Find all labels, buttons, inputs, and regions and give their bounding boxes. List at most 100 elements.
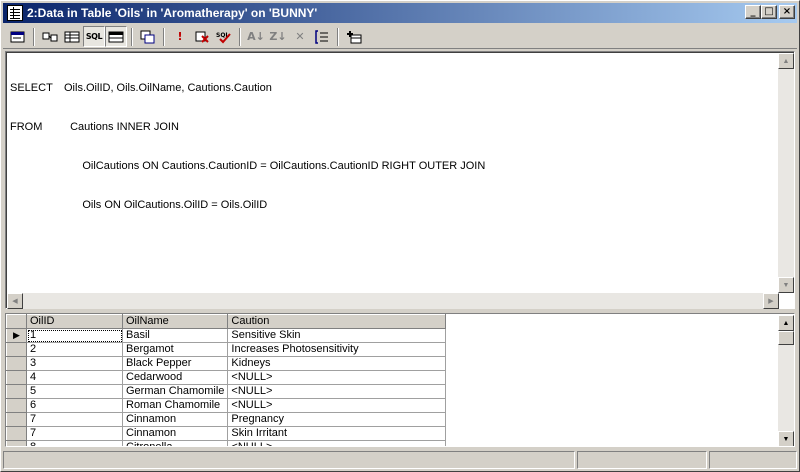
sql-horizontal-scrollbar[interactable]: ◀ ▶ <box>7 293 779 309</box>
close-button[interactable]: × <box>779 5 795 19</box>
grid-cell-caution[interactable]: <NULL> <box>227 384 447 399</box>
add-table-icon[interactable] <box>343 26 365 47</box>
table-row[interactable]: 5 German Chamomile <NULL> <box>6 384 447 399</box>
table-row[interactable]: 7 Cinnamon Skin Irritant <box>6 426 447 441</box>
group-by-icon[interactable] <box>311 26 333 47</box>
grid-cell-oilname[interactable]: Cedarwood <box>122 370 229 385</box>
diagram-pane-icon[interactable] <box>39 26 61 47</box>
grid-cell-oilname[interactable]: Cinnamon <box>122 412 229 427</box>
row-selector[interactable] <box>6 370 27 385</box>
column-header-oilname[interactable]: OilName <box>121 314 229 329</box>
grid-cell-oilid[interactable]: 5 <box>26 384 123 399</box>
sql-keyword: SELECT <box>10 82 53 94</box>
status-bar <box>3 451 797 469</box>
table-row[interactable]: 3 Black Pepper Kidneys <box>6 356 447 371</box>
sort-descending-icon[interactable]: Z↓ <box>267 26 289 47</box>
grid-vertical-scrollbar[interactable]: ▲ ▼ <box>778 315 794 446</box>
row-selector[interactable]: ▶ <box>6 328 27 343</box>
toolbar-separator <box>163 27 165 46</box>
grid-cell-oilid[interactable]: 7 <box>26 412 123 427</box>
table-row[interactable]: 4 Cedarwood <NULL> <box>6 370 447 385</box>
scroll-up-button[interactable]: ▲ <box>778 315 794 331</box>
row-selector[interactable] <box>6 440 27 446</box>
sort-ascending-icon[interactable]: A↓ <box>245 26 267 47</box>
grid-cell-oilid[interactable]: 1 <box>26 328 123 343</box>
status-panel-2 <box>577 451 707 469</box>
row-selector[interactable] <box>6 356 27 371</box>
sql-line: FROM Cautions INNER JOIN <box>10 121 485 134</box>
results-grid-pane[interactable]: OilID OilName Caution ▶ 1 Basil Sensitive S… <box>5 313 795 447</box>
change-query-type-icon[interactable] <box>137 26 159 47</box>
scroll-down-button[interactable]: ▼ <box>778 431 794 446</box>
grid-cell-oilname[interactable]: Bergamot <box>122 342 229 357</box>
table-row[interactable]: 6 Roman Chamomile <NULL> <box>6 398 447 413</box>
status-panel-main <box>3 451 575 469</box>
grid-cell-caution[interactable]: Skin Irritant <box>227 426 447 441</box>
grid-cell-caution[interactable]: <NULL> <box>227 398 447 413</box>
toolbar-separator <box>131 27 133 46</box>
scroll-right-button[interactable]: ▶ <box>763 293 779 309</box>
sql-pane-icon[interactable]: SQL <box>83 26 105 47</box>
grid-cell-caution[interactable]: Pregnancy <box>227 412 447 427</box>
row-selector[interactable] <box>6 412 27 427</box>
run-icon[interactable]: ! <box>169 26 191 47</box>
grid-cell-oilid[interactable]: 4 <box>26 370 123 385</box>
sql-text[interactable]: SELECT Oils.OilID, Oils.OilName, Cautions… <box>10 56 485 238</box>
scroll-thumb[interactable] <box>778 331 794 345</box>
status-panel-3 <box>709 451 797 469</box>
grid-pane-icon[interactable] <box>61 26 83 47</box>
sql-pane-label: SQL <box>85 32 103 41</box>
sql-line: SELECT Oils.OilID, Oils.OilName, Cautions… <box>10 82 485 95</box>
row-selector[interactable] <box>6 426 27 441</box>
sql-pane[interactable]: SELECT Oils.OilID, Oils.OilName, Cautions… <box>5 51 795 309</box>
table-icon <box>7 5 23 21</box>
properties-icon[interactable] <box>7 26 29 47</box>
row-selector[interactable] <box>6 384 27 399</box>
toolbar: SQL ! SQL A↓ Z↓ ✕ <box>3 25 797 49</box>
title-bar[interactable]: 2:Data in Table 'Oils' in 'Aromatherapy'… <box>3 3 797 23</box>
table-row[interactable]: 7 Cinnamon Pregnancy <box>6 412 447 427</box>
grid-cell-oilid[interactable]: 3 <box>26 356 123 371</box>
grid-header-row: OilID OilName Caution <box>6 314 447 329</box>
results-pane-icon[interactable] <box>105 26 127 47</box>
table-row[interactable]: 8 Citronella <NULL> <box>6 440 447 446</box>
sql-line-text: Oils.OilID, Oils.OilName, Cautions.Cauti… <box>64 82 272 94</box>
results-grid[interactable]: OilID OilName Caution ▶ 1 Basil Sensitive S… <box>6 314 447 446</box>
row-selector[interactable] <box>6 342 27 357</box>
sql-vertical-scrollbar[interactable]: ▲ ▼ <box>778 53 794 293</box>
row-selector-header[interactable] <box>6 314 27 329</box>
scroll-down-button[interactable]: ▼ <box>778 277 794 293</box>
sql-line: Oils ON OilCautions.OilID = Oils.OilID <box>10 199 485 212</box>
grid-cell-oilname[interactable]: Cinnamon <box>122 426 229 441</box>
maximize-button[interactable]: □ <box>761 5 777 19</box>
grid-cell-oilname[interactable]: Basil <box>122 328 229 343</box>
grid-cell-caution[interactable]: Increases Photosensitivity <box>227 342 447 357</box>
minimize-button[interactable]: _ <box>745 5 761 19</box>
remove-filter-icon[interactable]: ✕ <box>289 26 311 47</box>
column-header-oilid[interactable]: OilID <box>26 314 123 329</box>
grid-cell-oilname[interactable]: Black Pepper <box>122 356 229 371</box>
row-selector[interactable] <box>6 398 27 413</box>
grid-cell-caution[interactable]: <NULL> <box>227 440 447 446</box>
grid-cell-oilid[interactable]: 2 <box>26 342 123 357</box>
grid-cell-caution[interactable]: <NULL> <box>227 370 447 385</box>
toolbar-separator <box>33 27 35 46</box>
window-controls: _ □ × <box>745 5 795 19</box>
table-row[interactable]: ▶ 1 Basil Sensitive Skin <box>6 328 447 343</box>
scroll-left-button[interactable]: ◀ <box>7 293 23 309</box>
window-title: 2:Data in Table 'Oils' in 'Aromatherapy'… <box>27 6 318 20</box>
grid-cell-oilid[interactable]: 6 <box>26 398 123 413</box>
sql-line: OilCautions ON Cautions.CautionID = OilC… <box>10 160 485 173</box>
grid-cell-caution[interactable]: Sensitive Skin <box>227 328 447 343</box>
grid-cell-caution[interactable]: Kidneys <box>227 356 447 371</box>
grid-cell-oilname[interactable]: Citronella <box>122 440 229 446</box>
grid-cell-oilname[interactable]: Roman Chamomile <box>122 398 229 413</box>
scroll-up-button[interactable]: ▲ <box>778 53 794 69</box>
cancel-query-icon[interactable] <box>191 26 213 47</box>
table-row[interactable]: 2 Bergamot Increases Photosensitivity <box>6 342 447 357</box>
column-header-caution[interactable]: Caution <box>227 314 447 329</box>
grid-cell-oilname[interactable]: German Chamomile <box>122 384 229 399</box>
grid-cell-oilid[interactable]: 7 <box>26 426 123 441</box>
grid-cell-oilid[interactable]: 8 <box>26 440 123 446</box>
verify-sql-icon[interactable]: SQL <box>213 26 235 47</box>
